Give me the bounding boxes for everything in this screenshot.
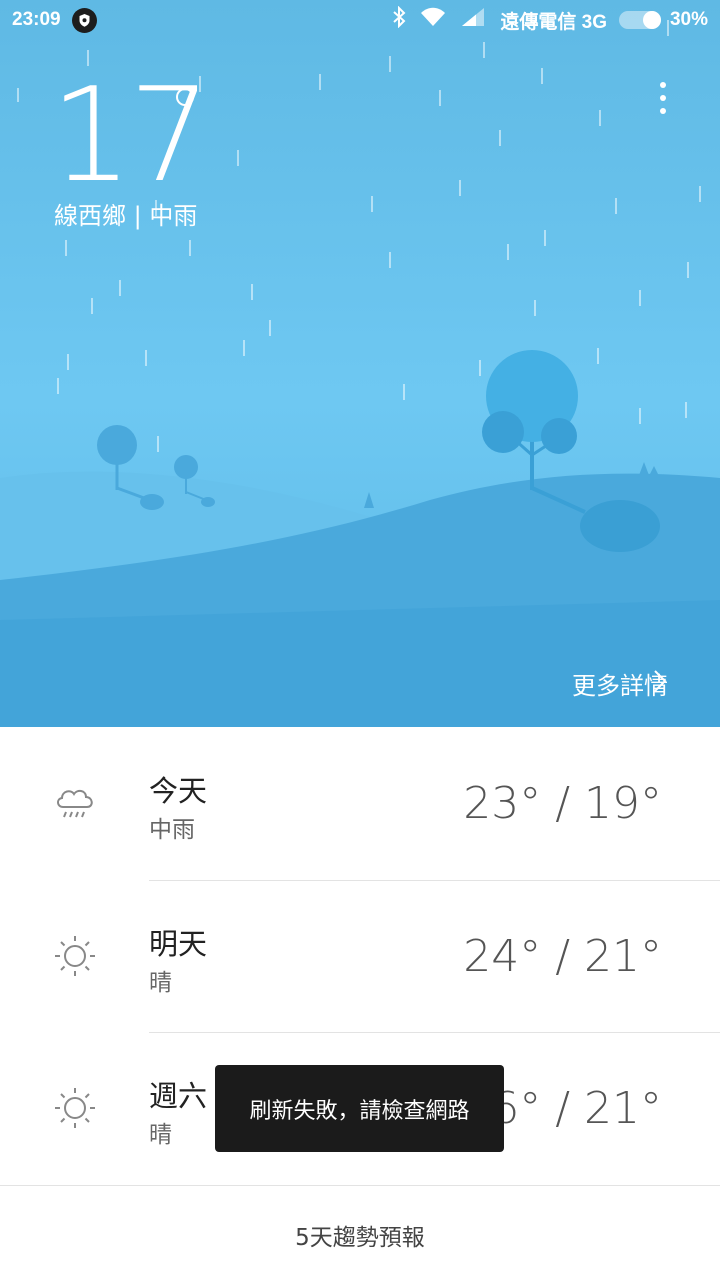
- sun-icon: [55, 1088, 95, 1128]
- forecast-condition: 晴: [149, 970, 172, 996]
- status-bar: 23:09 遠傳電信 3G 30%: [0, 0, 720, 40]
- forecast-temps: 24° / 21°: [463, 931, 662, 982]
- carrier-name: 遠傳電信 3G: [500, 11, 607, 33]
- degree-symbol: [176, 88, 194, 106]
- forecast-day: 明天: [149, 927, 208, 961]
- forecast-condition: 中雨: [149, 817, 195, 843]
- forecast-row-tomorrow[interactable]: 明天 晴 24° / 21°: [0, 881, 720, 1033]
- forecast-temps: 23° / 19°: [463, 778, 662, 829]
- dot-icon: [660, 82, 666, 88]
- signal-icon: [460, 7, 486, 33]
- forecast-condition: 晴: [149, 1122, 172, 1148]
- sun-icon: [55, 936, 95, 976]
- five-day-forecast-button[interactable]: 5天趨勢預報: [0, 1218, 720, 1252]
- dot-icon: [660, 95, 666, 101]
- status-time: 23:09: [12, 9, 61, 30]
- weather-hero: 23:09 遠傳電信 3G 30% 17 線西鄉 | 中雨 更多詳情: [0, 0, 720, 727]
- shield-icon: [72, 8, 97, 33]
- forecast-row-today[interactable]: 今天 中雨 23° / 19°: [0, 728, 720, 880]
- battery-percent: 30%: [669, 9, 708, 30]
- location-condition: 線西鄉 | 中雨: [54, 202, 198, 230]
- overflow-menu-button[interactable]: [646, 78, 680, 118]
- rain-cloud-icon: [57, 789, 93, 818]
- forecast-day: 今天: [149, 774, 208, 808]
- chevron-right-icon: [654, 670, 667, 692]
- bluetooth-icon: [392, 5, 406, 34]
- forecast-day: 週六: [149, 1079, 208, 1113]
- dot-icon: [660, 108, 666, 114]
- wifi-icon: [420, 7, 446, 33]
- section-divider: [0, 1185, 720, 1186]
- toast-message: 刷新失敗，請檢查網路: [215, 1065, 504, 1152]
- battery-icon: [618, 11, 661, 29]
- status-right: 遠傳電信 3G 30%: [378, 5, 708, 34]
